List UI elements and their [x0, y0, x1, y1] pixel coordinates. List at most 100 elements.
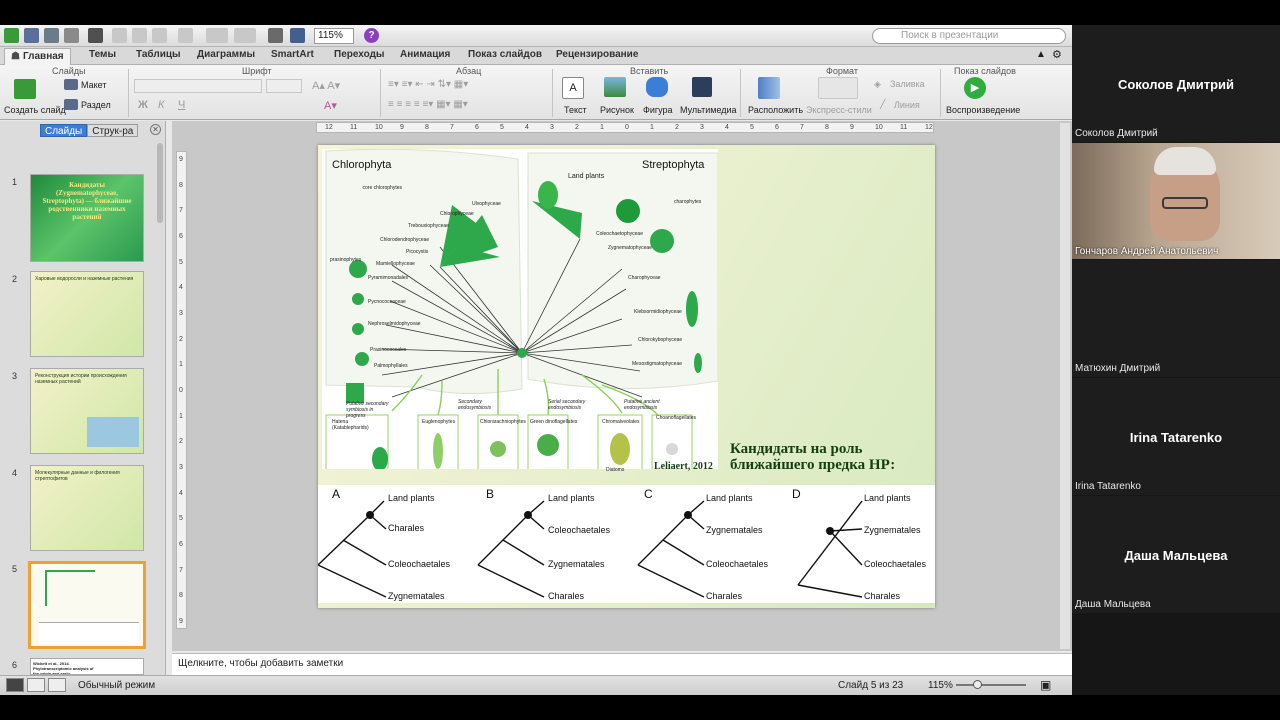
media-button[interactable]: Мультимедиа — [680, 105, 737, 115]
ruler-tick: 0 — [625, 124, 629, 131]
tab-themes[interactable]: Темы — [89, 49, 116, 60]
participant-tile[interactable]: Даша Мальцева Даша Мальцева — [1072, 496, 1280, 613]
slide-5[interactable]: Chlorophyta Streptophyta core chlorophyt… — [318, 145, 935, 608]
clade-label: Charophyceae — [628, 275, 661, 281]
bold-button[interactable]: Ж — [138, 99, 148, 111]
participant-tile[interactable]: Соколов Дмитрий Соколов Дмитрий — [1072, 25, 1280, 142]
format-painter-icon[interactable] — [178, 28, 193, 43]
tree-taxon: Zygnematales — [706, 525, 763, 535]
font-color-icon[interactable]: A▾ — [324, 99, 337, 112]
ruler-tick: 10 — [875, 124, 883, 131]
help-icon[interactable]: ? — [364, 28, 379, 43]
open-folder-icon[interactable] — [64, 28, 79, 43]
new-file-icon[interactable] — [4, 28, 19, 43]
font-size-controls-icon[interactable]: A▴ A▾ — [312, 79, 340, 92]
tab-home[interactable]: ☗ Главная — [4, 48, 71, 65]
fit-window-icon[interactable]: ▣ — [1040, 678, 1051, 692]
arrange-button[interactable]: Расположить — [748, 105, 803, 115]
layout-button[interactable]: Макет — [81, 80, 106, 90]
ruler-tick: 2 — [575, 124, 579, 131]
new-slide-icon[interactable] — [14, 79, 36, 99]
list-buttons-icon[interactable]: ≡▾ ≡▾ ⇤ ⇥ ⇅▾ ▦▾ — [388, 79, 468, 90]
zoom-slider[interactable] — [956, 684, 1026, 686]
ruler-tick: 7 — [800, 124, 804, 131]
participant-tile[interactable]: Irina Tatarenko Irina Tatarenko — [1072, 378, 1280, 495]
cut-icon[interactable] — [112, 28, 127, 43]
tab-slideshow[interactable]: Показ слайдов — [468, 49, 542, 60]
toolbox-icon[interactable] — [290, 28, 305, 43]
fill-icon: ◈ — [874, 79, 881, 89]
slide-thumbnail-6[interactable]: Wickett et al., 2014. Phylotranscriptomi… — [30, 658, 144, 675]
clade-label: Trebouxiophyceae — [408, 223, 449, 229]
clade-label: Pyramimonadales — [368, 275, 409, 281]
tree-taxon: Coleochaetales — [864, 559, 927, 569]
paste-icon[interactable] — [152, 28, 167, 43]
font-size-field[interactable] — [266, 79, 302, 93]
zoom-slider-handle[interactable] — [973, 680, 982, 689]
gear-icon[interactable]: ⚙ — [1052, 48, 1062, 61]
notes-placeholder: Щелкните, чтобы добавить заметки — [178, 658, 344, 669]
slide-thumbnail-2[interactable]: Харовые водоросли и наземные растения — [30, 271, 144, 357]
slide-thumbnail-4[interactable]: Молекулярные данные и филогения стрептоф… — [30, 465, 144, 551]
notes-pane[interactable]: Щелкните, чтобы добавить заметки — [172, 653, 1072, 677]
gallery-icon[interactable] — [24, 28, 39, 43]
slide-thumbnail-1[interactable]: Кандидаты (Zygnematophyceae, Streptophyt… — [30, 174, 144, 262]
thumbnail-text: Реконструкция истории происхождения назе… — [35, 373, 127, 385]
redo-icon[interactable] — [234, 28, 256, 43]
endosymbiosis-label: Serial secondary endosymbiosis — [548, 399, 586, 411]
picture-button[interactable]: Рисунок — [600, 105, 634, 115]
zoom-level: 115% — [928, 680, 953, 691]
vertical-ruler: 9 8 7 6 5 4 3 2 1 0 1 2 3 4 5 6 7 8 9 — [176, 151, 187, 629]
tab-outline[interactable]: Струк-ра — [87, 124, 139, 137]
zoom-select[interactable]: 115% — [314, 28, 354, 44]
participant-hair — [1154, 147, 1216, 175]
undo-icon[interactable] — [206, 28, 228, 43]
tab-animation[interactable]: Анимация — [400, 49, 450, 60]
collapse-ribbon-icon[interactable]: ▲ — [1036, 49, 1046, 60]
sidebar-scrollbar[interactable] — [157, 143, 163, 223]
horizontal-ruler: 12 11 10 9 8 7 6 5 4 3 2 1 0 1 2 3 4 5 6 7 8 9 10 11 12 — [316, 122, 934, 133]
thumbnail-text: Wickett et al., 2014. Phylotranscriptomi… — [33, 661, 94, 675]
text-button[interactable]: Текст — [564, 105, 587, 115]
save-icon[interactable] — [88, 28, 103, 43]
status-bar: Обычный режим Слайд 5 из 23 115% ▣ — [0, 675, 1072, 695]
fill-button[interactable]: Заливка — [890, 79, 925, 89]
copy-icon[interactable] — [132, 28, 147, 43]
line-icon: ╱ — [880, 99, 886, 109]
slideshow-view-button[interactable] — [48, 678, 66, 692]
shape-button[interactable]: Фигура — [643, 105, 673, 115]
font-name-field[interactable] — [134, 79, 262, 93]
italic-button[interactable]: К — [158, 99, 164, 111]
tab-slides[interactable]: Слайды — [40, 124, 88, 137]
tab-transitions[interactable]: Переходы — [334, 49, 384, 60]
tab-charts[interactable]: Диаграммы — [197, 49, 255, 60]
ruler-tick: 12 — [325, 124, 333, 131]
quick-styles-button[interactable]: Экспресс-стили — [806, 105, 872, 115]
slide-thumbnail-3[interactable]: Реконструкция истории происхождения назе… — [30, 368, 144, 454]
template-icon[interactable] — [44, 28, 59, 43]
tab-review[interactable]: Рецензирование — [556, 49, 638, 60]
ruler-tick: 6 — [179, 233, 183, 240]
participant-tile-video[interactable]: Гончаров Андрей Анатольевич — [1072, 143, 1280, 259]
new-slide-button[interactable]: Создать слайд — [4, 105, 66, 115]
participant-tile[interactable]: Матюхин Дмитрий — [1072, 260, 1280, 377]
close-icon[interactable]: ✕ — [150, 124, 161, 135]
line-button[interactable]: Линия — [894, 100, 920, 110]
search-input[interactable]: Поиск в презентации — [872, 28, 1066, 44]
picture-icon — [604, 77, 626, 97]
text-box-icon: A — [562, 77, 584, 99]
section-button[interactable]: Раздел — [81, 100, 111, 110]
tab-smartart[interactable]: SmartArt — [271, 49, 314, 60]
align-buttons-icon[interactable]: ≡ ≡ ≡ ≡ ≡▾ ▦▾ ▦▾ — [388, 99, 468, 110]
sorter-view-button[interactable] — [27, 678, 45, 692]
quick-styles-gallery[interactable] — [818, 77, 858, 99]
canvas-scrollbar[interactable] — [1060, 123, 1070, 649]
slide-thumbnail-5[interactable] — [28, 561, 146, 649]
tree-letter: A — [332, 487, 341, 501]
group-label: Diatoms — [606, 467, 625, 473]
underline-button[interactable]: Ч — [178, 99, 185, 111]
slide-sorter-icon[interactable] — [268, 28, 283, 43]
tab-tables[interactable]: Таблицы — [136, 49, 181, 60]
normal-view-button[interactable] — [6, 678, 24, 692]
play-button[interactable]: Воспроизведение — [946, 105, 1020, 115]
